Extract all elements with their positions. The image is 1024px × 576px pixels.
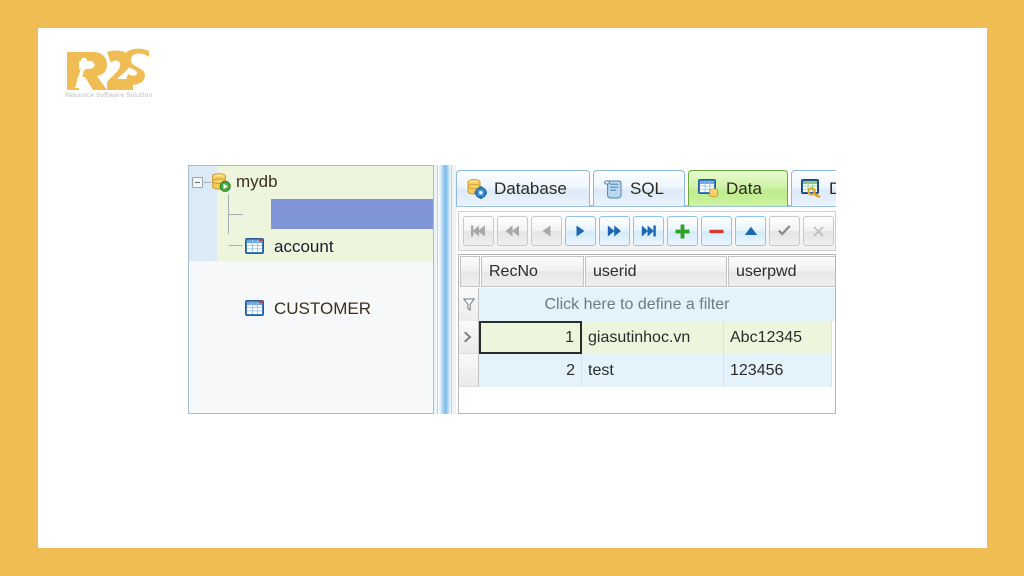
tab-data[interactable]: Data <box>688 170 788 206</box>
object-tree-panel[interactable]: mydb <box>188 165 434 414</box>
row-indicator <box>459 354 479 387</box>
tab-label-data: Data <box>726 179 762 199</box>
filter-prompt-text[interactable]: Click here to define a filter <box>479 288 835 321</box>
tab-strip: Database SQL <box>456 162 836 207</box>
next-record-button[interactable] <box>565 216 596 246</box>
tab-sql[interactable]: SQL <box>593 170 685 206</box>
row-arrow-icon <box>464 331 473 343</box>
tab-design[interactable]: De <box>791 170 836 206</box>
tree-item-label-mydb: mydb <box>236 172 278 192</box>
cell-recno-row2[interactable]: 2 <box>479 354 582 387</box>
prior-record-button[interactable] <box>531 216 562 246</box>
last-record-button[interactable] <box>633 216 664 246</box>
brand-logo: Resource Software Solution <box>63 48 158 110</box>
play-back-icon <box>541 225 552 237</box>
cell-userpwd-row1[interactable]: Abc12345 <box>724 321 832 354</box>
tree-item-account[interactable]: account <box>189 198 433 229</box>
grid-header-row: RecNo userid userpwd <box>459 255 835 288</box>
column-header-userpwd[interactable]: userpwd <box>728 256 836 287</box>
rewind-icon <box>505 225 520 237</box>
current-row-indicator <box>459 321 479 354</box>
vertical-scrollbar[interactable] <box>437 165 452 414</box>
grid-corner-cell <box>460 256 480 287</box>
table-row[interactable]: 1 giasutinhoc.vn Abc12345 <box>459 321 835 354</box>
prior-page-button[interactable] <box>497 216 528 246</box>
play-forward-icon <box>575 225 586 237</box>
insert-record-button[interactable] <box>667 216 698 246</box>
column-header-recno[interactable]: RecNo <box>481 256 584 287</box>
table-row[interactable]: 2 test 123456 <box>459 354 835 387</box>
database-gear-icon <box>466 179 487 199</box>
r2s-logo-icon <box>63 48 151 90</box>
data-grid[interactable]: RecNo userid userpwd Click here to defin… <box>458 254 836 414</box>
brand-tagline: Resource Software Solution <box>65 92 152 99</box>
tab-label-sql: SQL <box>630 179 664 199</box>
table-data-icon <box>698 179 719 198</box>
plus-icon <box>675 224 690 239</box>
filter-indicator-cell[interactable] <box>459 288 479 321</box>
cancel-edit-button[interactable] <box>803 216 834 246</box>
cancel-icon <box>812 225 825 238</box>
cell-userid-row2[interactable]: test <box>582 354 724 387</box>
tab-label-database: Database <box>494 179 567 199</box>
delete-record-button[interactable] <box>701 216 732 246</box>
skip-to-start-icon <box>471 225 486 237</box>
triangle-up-icon <box>744 226 758 236</box>
skip-to-end-icon <box>641 225 656 237</box>
record-navigator-toolbar <box>458 211 836 251</box>
next-page-button[interactable] <box>599 216 630 246</box>
table-key-icon <box>801 179 822 198</box>
cell-userpwd-row2[interactable]: 123456 <box>724 354 832 387</box>
sql-scroll-icon <box>603 179 623 199</box>
column-header-userid[interactable]: userid <box>585 256 727 287</box>
database-icon <box>211 173 231 192</box>
editor-panel: Database SQL <box>456 162 836 414</box>
tree-rows: mydb <box>189 166 433 260</box>
screenshot-root: Resource Software Solution <box>0 0 1024 576</box>
tab-label-design: De <box>829 179 836 199</box>
first-record-button[interactable] <box>463 216 494 246</box>
tab-database[interactable]: Database <box>456 170 590 206</box>
grid-filter-row[interactable]: Click here to define a filter <box>459 288 835 321</box>
database-app-window: mydb <box>188 162 836 414</box>
minus-icon <box>709 224 724 239</box>
table-icon <box>245 300 264 316</box>
post-edit-button[interactable] <box>769 216 800 246</box>
cell-recno-row1[interactable]: 1 <box>479 321 582 354</box>
edit-record-button[interactable] <box>735 216 766 246</box>
cell-userid-row1[interactable]: giasutinhoc.vn <box>582 321 724 354</box>
collapse-toggle-icon[interactable] <box>192 177 203 188</box>
tree-item-label-customer: CUSTOMER <box>274 299 371 319</box>
tree-item-customer[interactable]: CUSTOMER <box>189 229 433 260</box>
tree-item-mydb[interactable]: mydb <box>189 166 433 198</box>
tree-connector-line <box>204 182 211 183</box>
funnel-icon <box>463 298 475 311</box>
check-icon <box>777 225 792 238</box>
panel-splitter[interactable] <box>434 165 456 414</box>
fast-forward-icon <box>607 225 622 237</box>
